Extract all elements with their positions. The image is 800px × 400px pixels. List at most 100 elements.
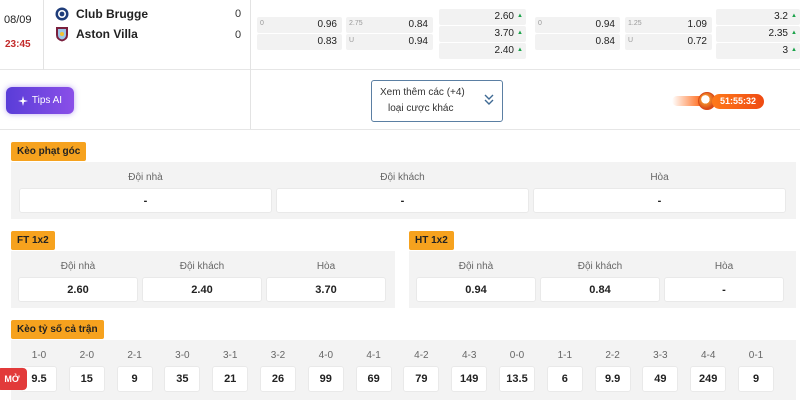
score-label: 4-0: [318, 350, 334, 361]
score-label: 4-2: [414, 350, 429, 361]
odds-cell[interactable]: 1.25 1.09: [625, 17, 712, 33]
odds-cell[interactable]: 2.40 ▲: [439, 43, 526, 59]
ft1x2-draw-odds[interactable]: 3.70: [266, 277, 386, 302]
odds-cell[interactable]: U 0.94: [346, 34, 433, 50]
odds-cell[interactable]: 3.70 ▲: [439, 26, 526, 42]
ht1x2-panel: Đội nhà Đội khách Hòa 0.94 0.84 -: [409, 251, 796, 308]
score-label: 3-1: [222, 350, 238, 361]
score-odds-cell[interactable]: 21: [212, 366, 249, 392]
score-odds-cell[interactable]: 13.5: [499, 366, 535, 392]
open-badge[interactable]: MỞ: [0, 368, 27, 390]
score-odds-cell[interactable]: 15: [68, 366, 105, 392]
arrow-up-icon: ▲: [517, 30, 523, 36]
corners-title: Kèo phạt góc: [11, 142, 87, 161]
score-label: 3-0: [175, 350, 190, 361]
score-label: 4-1: [366, 350, 381, 361]
corners-header-away: Đội khách: [380, 172, 425, 183]
ht1x2-home-odds[interactable]: 0.94: [416, 277, 536, 302]
odds-cell[interactable]: 3.2 ▲: [716, 9, 800, 25]
odds-cell[interactable]: 2.75 0.84: [346, 17, 433, 33]
score-odds-cell[interactable]: 149: [451, 366, 488, 392]
more-bets-line1: Xem thêm các (+4): [380, 87, 465, 98]
divider: [0, 129, 800, 130]
ft1x2-away-odds[interactable]: 2.40: [142, 277, 262, 302]
ht1x2-header-away: Đội khách: [577, 261, 623, 272]
home-team[interactable]: Club Brugge: [55, 5, 148, 23]
ht1x2-header-home: Đội nhà: [458, 261, 494, 272]
ft1x2-header-away: Đội khách: [179, 261, 225, 272]
arrow-up-icon: ▲: [517, 13, 523, 19]
score-label: 3-3: [653, 350, 668, 361]
score-label: 3-2: [270, 350, 286, 361]
tips-ai-button[interactable]: Tips AI: [6, 87, 74, 114]
odds-cell[interactable]: 3 ▲: [716, 43, 800, 59]
score-label: 4-4: [700, 350, 716, 361]
corners-draw-odds[interactable]: -: [533, 188, 786, 213]
odds-cell[interactable]: 0.83: [257, 34, 342, 50]
score-label: 1-0: [31, 350, 47, 361]
score-odds-cell[interactable]: 6: [546, 366, 583, 392]
ht1x2-draw-odds[interactable]: -: [664, 277, 784, 302]
sparkle-icon: [17, 95, 28, 106]
match-date: 08/09: [4, 14, 32, 26]
odds-cell[interactable]: 0 0.94: [535, 17, 620, 33]
corners-header-draw: Hòa: [650, 172, 669, 183]
correct-score-title: Kèo tỷ số cả trận: [11, 320, 104, 339]
aston-villa-logo-icon: [56, 27, 68, 42]
live-countdown[interactable]: 51:55:32: [672, 90, 764, 112]
away-team-name: Aston Villa: [76, 27, 138, 41]
more-bets-line2: loại cược khác: [388, 103, 454, 114]
ht1x2-header-draw: Hòa: [714, 261, 734, 272]
score-odds-cell[interactable]: 26: [260, 366, 296, 392]
arrow-up-icon: ▲: [791, 30, 797, 36]
ft1x2-panel: Đội nhà Đội khách Hòa 2.60 2.40 3.70: [11, 251, 395, 308]
score-label: 1-1: [557, 350, 573, 361]
home-score: 0: [235, 8, 242, 20]
score-label: 0-0: [509, 350, 525, 361]
score-label: 2-0: [79, 350, 95, 361]
club-brugge-logo-icon: [55, 7, 69, 21]
corners-header-home: Đội nhà: [128, 172, 163, 183]
score-odds-cell[interactable]: 35: [164, 366, 201, 392]
odds-cell[interactable]: 2.35 ▲: [716, 26, 800, 42]
score-odds-cell[interactable]: 79: [403, 366, 440, 392]
score-odds-cell[interactable]: 69: [355, 366, 392, 392]
more-bets-button[interactable]: Xem thêm các (+4) loại cược khác: [371, 80, 503, 122]
arrow-up-icon: ▲: [517, 47, 523, 53]
ft1x2-title: FT 1x2: [11, 231, 55, 250]
odds-cell[interactable]: 0.84: [535, 34, 620, 50]
arrow-up-icon: ▲: [791, 47, 797, 53]
away-team[interactable]: Aston Villa: [55, 25, 138, 43]
divider: [250, 0, 251, 130]
score-odds-cell[interactable]: 249: [690, 366, 727, 392]
match-odds-page: 08/09 23:45 Club Brugge 0 Aston Villa 0 …: [0, 0, 800, 400]
score-odds-cell[interactable]: 9: [738, 366, 774, 392]
score-label: 0-1: [748, 350, 764, 361]
score-odds-cell[interactable]: 49: [642, 366, 679, 392]
score-label: 2-1: [127, 350, 142, 361]
score-odds-cell[interactable]: 9.9: [594, 366, 631, 392]
corners-away-odds[interactable]: -: [276, 188, 529, 213]
corners-panel: Đội nhà Đội khách Hòa - - -: [11, 162, 796, 219]
countdown-timer: 51:55:32: [712, 94, 764, 109]
ht1x2-away-odds[interactable]: 0.84: [540, 277, 660, 302]
divider: [43, 0, 44, 70]
corners-home-odds[interactable]: -: [19, 188, 272, 213]
ft1x2-header-draw: Hòa: [316, 261, 336, 272]
home-team-name: Club Brugge: [76, 7, 148, 21]
score-label: 4-3: [461, 350, 477, 361]
double-chevron-down-icon: [484, 94, 494, 105]
ht1x2-title: HT 1x2: [409, 231, 454, 250]
score-odds-cell[interactable]: 9: [116, 366, 153, 392]
ft1x2-header-home: Đội nhà: [60, 261, 96, 272]
score-odds-cell[interactable]: 99: [307, 366, 344, 392]
arrow-up-icon: ▲: [791, 13, 797, 19]
match-time: 23:45: [5, 39, 31, 50]
score-label: 2-2: [605, 350, 620, 361]
odds-cell[interactable]: 0 0.96: [257, 17, 342, 33]
away-score: 0: [235, 29, 242, 41]
odds-cell[interactable]: 2.60 ▲: [439, 9, 526, 25]
odds-cell[interactable]: U 0.72: [625, 34, 712, 50]
ft1x2-home-odds[interactable]: 2.60: [18, 277, 138, 302]
tips-ai-label: Tips AI: [31, 95, 63, 106]
